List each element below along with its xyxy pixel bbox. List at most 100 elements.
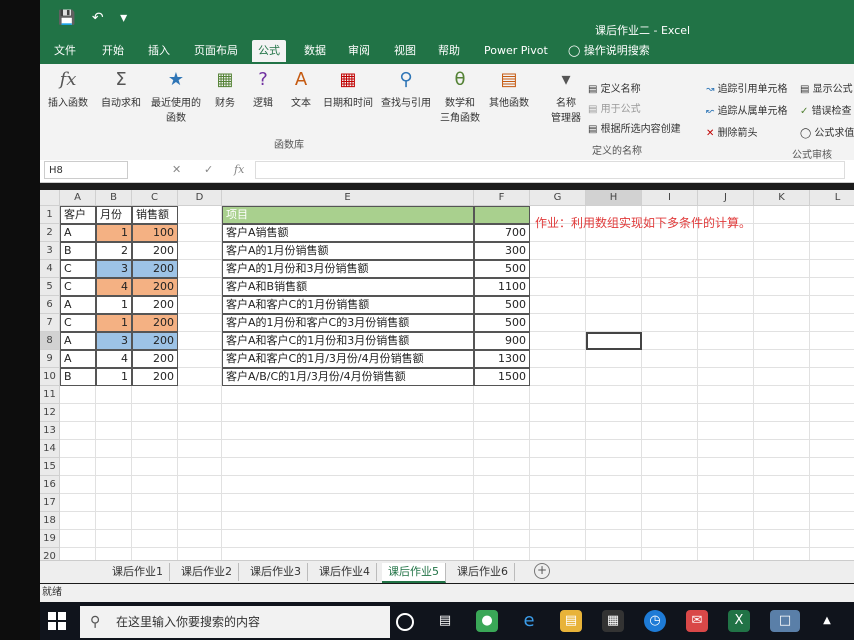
grid-cell[interactable] [754, 494, 810, 512]
grid-cell[interactable] [474, 494, 530, 512]
active-cell-h8[interactable] [586, 332, 642, 350]
row-header-9[interactable]: 9 [40, 350, 60, 368]
grid-cell[interactable] [530, 548, 586, 560]
grid-cell[interactable] [474, 530, 530, 548]
autosum-button[interactable]: Σ 自动求和 [98, 68, 144, 109]
table1-cell[interactable]: B [60, 242, 96, 260]
grid-cell[interactable] [698, 458, 754, 476]
grid-cell[interactable] [474, 440, 530, 458]
grid-cell[interactable] [222, 422, 474, 440]
row-header-7[interactable]: 7 [40, 314, 60, 332]
grid-cell[interactable] [586, 548, 642, 560]
grid-cell[interactable] [586, 386, 642, 404]
table2-header-value[interactable] [474, 206, 530, 224]
error-checking-button[interactable]: ✓ 错误检查 [800, 102, 852, 117]
grid-cell[interactable] [60, 476, 96, 494]
grid-cell[interactable] [474, 458, 530, 476]
grid-cell[interactable] [698, 422, 754, 440]
row-header-20[interactable]: 20 [40, 548, 60, 560]
grid-cell[interactable] [132, 530, 178, 548]
grid-cell[interactable] [754, 530, 810, 548]
grid-cell[interactable] [586, 440, 642, 458]
quick-access-toolbar[interactable]: 💾 ↶ ▾ [58, 10, 133, 26]
grid-cell[interactable] [642, 260, 698, 278]
grid-cell[interactable] [132, 476, 178, 494]
grid-cell[interactable] [60, 512, 96, 530]
grid-cell[interactable] [96, 512, 132, 530]
add-sheet-button[interactable]: + [534, 563, 550, 579]
grid-cell[interactable] [530, 422, 586, 440]
row-header-12[interactable]: 12 [40, 404, 60, 422]
grid-cell[interactable] [754, 278, 810, 296]
table2-item-cell[interactable]: 客户A/B/C的1月/3月份/4月份销售额 [222, 368, 474, 386]
grid-cell[interactable] [178, 278, 222, 296]
table2-item-cell[interactable]: 客户A的1月份和客户C的3月份销售额 [222, 314, 474, 332]
table2-value-cell[interactable]: 1300 [474, 350, 530, 368]
row-header-11[interactable]: 11 [40, 386, 60, 404]
grid-cell[interactable] [60, 530, 96, 548]
task-view-icon[interactable]: ▤ [434, 610, 456, 632]
table1-cell[interactable]: 4 [96, 278, 132, 296]
table1-cell[interactable]: 200 [132, 332, 178, 350]
show-formulas-button[interactable]: ▤ 显示公式 [800, 80, 853, 95]
grid-cell[interactable] [754, 206, 810, 224]
fx-icon[interactable]: fx [234, 163, 244, 176]
grid-cell[interactable] [530, 368, 586, 386]
table2-header-item[interactable]: 项目 [222, 206, 474, 224]
cancel-icon[interactable]: ✕ [172, 163, 181, 176]
grid-cell[interactable] [96, 422, 132, 440]
sheet-tab-1[interactable]: 课后作业1 [106, 563, 170, 581]
text-button[interactable]: A 文本 [284, 68, 318, 109]
table1-cell[interactable]: 4 [96, 350, 132, 368]
table1-cell[interactable]: C [60, 260, 96, 278]
grid-cell[interactable] [698, 260, 754, 278]
grid-cell[interactable] [698, 530, 754, 548]
row-header-8[interactable]: 8 [40, 332, 60, 350]
row-header-1[interactable]: 1 [40, 206, 60, 224]
grid-cell[interactable] [96, 440, 132, 458]
grid-cell[interactable] [178, 332, 222, 350]
grid-cell[interactable] [810, 350, 854, 368]
column-header-I[interactable]: I [642, 190, 698, 206]
grid-cell[interactable] [222, 476, 474, 494]
grid-cell[interactable] [586, 296, 642, 314]
grid-cell[interactable] [754, 296, 810, 314]
row-header-2[interactable]: 2 [40, 224, 60, 242]
windows-start-icon[interactable] [48, 612, 66, 630]
tell-me-search[interactable]: ◯ 操作说明搜索 [562, 40, 656, 62]
grid-cell[interactable] [474, 422, 530, 440]
table2-item-cell[interactable]: 客户A销售额 [222, 224, 474, 242]
row-header-15[interactable]: 15 [40, 458, 60, 476]
table1-cell[interactable]: 1 [96, 296, 132, 314]
grid-cell[interactable] [586, 350, 642, 368]
grid-cell[interactable] [586, 530, 642, 548]
grid-cell[interactable] [810, 278, 854, 296]
grid-cell[interactable] [530, 242, 586, 260]
grid-cell[interactable] [698, 350, 754, 368]
table1-cell[interactable]: C [60, 278, 96, 296]
grid-cell[interactable] [810, 224, 854, 242]
table1-cell[interactable]: B [60, 368, 96, 386]
column-header-H[interactable]: H [586, 190, 642, 206]
table1-cell[interactable]: A [60, 332, 96, 350]
grid-cell[interactable] [642, 548, 698, 560]
grid-cell[interactable] [642, 440, 698, 458]
column-header-B[interactable]: B [96, 190, 132, 206]
grid-cell[interactable] [586, 404, 642, 422]
grid-cell[interactable] [60, 386, 96, 404]
grid-cell[interactable] [754, 404, 810, 422]
column-header-L[interactable]: L [810, 190, 854, 206]
table2-value-cell[interactable]: 1500 [474, 368, 530, 386]
grid-cell[interactable] [586, 512, 642, 530]
column-header-A[interactable]: A [60, 190, 96, 206]
grid-cell[interactable] [810, 386, 854, 404]
row-header-3[interactable]: 3 [40, 242, 60, 260]
row-header-17[interactable]: 17 [40, 494, 60, 512]
grid-cell[interactable] [642, 278, 698, 296]
grid-cell[interactable] [222, 548, 474, 560]
table1-cell[interactable]: 200 [132, 242, 178, 260]
row-header-4[interactable]: 4 [40, 260, 60, 278]
grid-cell[interactable] [642, 494, 698, 512]
column-header-E[interactable]: E [222, 190, 474, 206]
grid-cell[interactable] [474, 386, 530, 404]
